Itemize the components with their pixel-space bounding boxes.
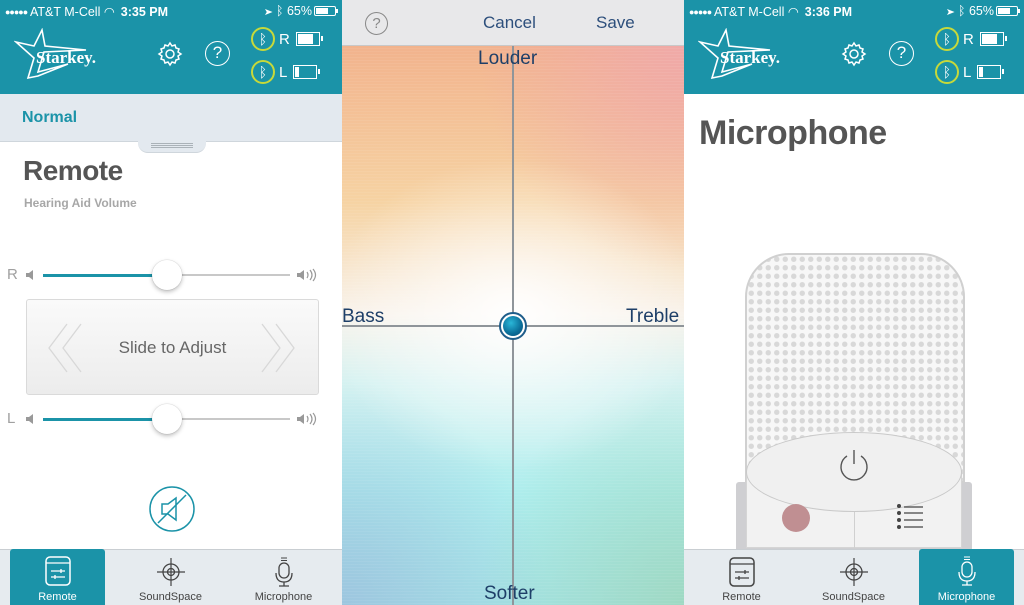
- left-aid-status: ᛒL: [251, 60, 321, 84]
- slide-to-adjust-pad[interactable]: Slide to Adjust: [26, 299, 319, 395]
- slider-fill: [43, 417, 167, 421]
- speaker-low-icon: [26, 270, 33, 280]
- tab-soundspace[interactable]: SoundSpace: [806, 550, 901, 605]
- microphone-icon: [274, 557, 293, 587]
- bluetooth-icon: ᛒ: [935, 27, 959, 51]
- logo-text: Starkey.: [36, 48, 96, 67]
- louder-label: Louder: [478, 48, 538, 69]
- help-button[interactable]: ?: [365, 12, 388, 35]
- page-title: Microphone: [699, 114, 887, 152]
- slider-thumb[interactable]: [151, 404, 182, 434]
- bass-label: Bass: [342, 306, 385, 327]
- save-button[interactable]: Save: [596, 13, 635, 33]
- slider-thumb[interactable]: [151, 260, 182, 290]
- tab-soundspace[interactable]: SoundSpace: [123, 550, 218, 605]
- tab-bar: Remote SoundSpace Microphone: [0, 549, 342, 605]
- left-aid-status: ᛒL: [935, 60, 1005, 84]
- battery-icon: [314, 6, 338, 16]
- right-aid-status: ᛒR: [251, 27, 323, 51]
- bluetooth-icon: ᛒ: [251, 60, 275, 84]
- bluetooth-icon: ᛒ: [957, 4, 966, 18]
- bluetooth-icon: ᛒ: [275, 4, 284, 18]
- logo-text: Starkey.: [720, 48, 780, 67]
- status-bar: ●●●●● AT&T M-Cell ◠ 3:36 PM ➤ ᛒ 65%: [684, 0, 1024, 22]
- microphone-icon: [957, 556, 976, 586]
- app-header: ●●●●● AT&T M-Cell ◠ 3:35 PM ➤ ᛒ 65% Stark…: [0, 0, 342, 94]
- softer-label: Softer: [484, 583, 535, 604]
- page-title: Remote: [23, 155, 123, 186]
- tone-handle[interactable]: [499, 312, 527, 340]
- location-icon: ➤: [946, 4, 955, 18]
- tab-remote[interactable]: Remote: [694, 550, 789, 605]
- bluetooth-icon: ᛒ: [935, 60, 959, 84]
- speaker-high-icon: [297, 268, 317, 282]
- crosshair-icon: [839, 558, 868, 586]
- microphone-screen: ●●●●● AT&T M-Cell ◠ 3:36 PM ➤ ᛒ 65% Stark…: [684, 0, 1024, 605]
- clock: 3:35 PM: [120, 5, 169, 19]
- app-header: ●●●●● AT&T M-Cell ◠ 3:36 PM ➤ ᛒ 65% Stark…: [684, 0, 1024, 94]
- remote-icon: [728, 557, 755, 587]
- treble-label: Treble: [626, 306, 680, 327]
- equalizer-screen: ? Cancel Save Louder Softer Bass Treble: [342, 0, 684, 605]
- cancel-button[interactable]: Cancel: [483, 13, 536, 33]
- status-bar: ●●●●● AT&T M-Cell ◠ 3:35 PM ➤ ᛒ 65%: [0, 0, 342, 22]
- speaker-high-icon: [297, 412, 317, 426]
- signal-icon: ●●●●●: [5, 7, 28, 17]
- left-volume-slider[interactable]: L: [0, 404, 342, 434]
- equalizer-toolbar: ? Cancel Save: [342, 0, 684, 46]
- tab-remote[interactable]: Remote: [10, 549, 105, 605]
- mute-button-icon[interactable]: [148, 485, 196, 533]
- signal-icon: ●●●●●: [689, 7, 712, 17]
- tab-bar: Remote SoundSpace Microphone: [684, 549, 1024, 605]
- gear-icon[interactable]: [841, 41, 867, 67]
- crosshair-icon: [156, 558, 185, 586]
- list-icon[interactable]: [896, 503, 924, 529]
- location-icon: ➤: [264, 4, 273, 18]
- record-button[interactable]: [782, 504, 810, 532]
- right-aid-status: ᛒR: [935, 27, 1007, 51]
- power-icon[interactable]: [836, 448, 872, 484]
- clock: 3:36 PM: [804, 5, 853, 19]
- aid-battery-icon: [977, 65, 1005, 79]
- wifi-icon: ◠: [787, 5, 799, 19]
- program-selector[interactable]: Normal: [0, 94, 342, 142]
- bluetooth-icon: ᛒ: [251, 27, 275, 51]
- help-button[interactable]: ?: [205, 41, 230, 66]
- carrier: AT&T M-Cell: [29, 5, 101, 19]
- page-subtitle: Hearing Aid Volume: [24, 196, 137, 210]
- aid-battery-icon: [979, 32, 1007, 46]
- battery-percent: 65%: [968, 4, 994, 18]
- wifi-icon: ◠: [103, 5, 115, 19]
- program-name: Normal: [22, 109, 78, 126]
- battery-percent: 65%: [286, 4, 312, 18]
- help-button[interactable]: ?: [889, 41, 914, 66]
- remote-screen: ●●●●● AT&T M-Cell ◠ 3:35 PM ➤ ᛒ 65% Stark…: [0, 0, 342, 605]
- battery-icon: [996, 6, 1020, 16]
- aid-battery-icon: [293, 65, 321, 79]
- chevron-right-icon: [261, 323, 295, 373]
- drawer-handle[interactable]: [138, 141, 206, 153]
- tab-microphone[interactable]: Microphone: [919, 549, 1014, 605]
- carrier: AT&T M-Cell: [713, 5, 785, 19]
- tab-microphone[interactable]: Microphone: [236, 550, 331, 605]
- speaker-low-icon: [26, 414, 33, 424]
- right-volume-slider[interactable]: R: [0, 260, 342, 290]
- aid-battery-icon: [295, 32, 323, 46]
- gear-icon[interactable]: [157, 41, 183, 67]
- remote-icon: [44, 556, 71, 586]
- slider-fill: [43, 273, 167, 277]
